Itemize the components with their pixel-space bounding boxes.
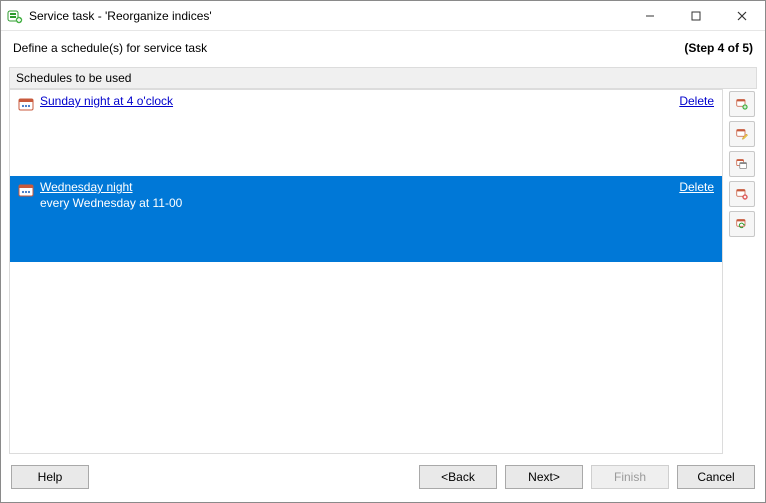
wizard-footer: Help <Back Next> Finish Cancel	[1, 462, 765, 502]
finish-button: Finish	[591, 465, 669, 489]
schedules-panel-label: Schedules to be used	[9, 67, 757, 89]
maximize-button[interactable]	[673, 1, 719, 31]
schedule-name-link[interactable]: Wednesday night	[40, 180, 133, 194]
minimize-button[interactable]	[627, 1, 673, 31]
edit-schedule-button[interactable]	[729, 121, 755, 147]
schedule-icon	[18, 96, 34, 112]
delete-schedule-button[interactable]	[729, 181, 755, 207]
app-icon	[7, 8, 23, 24]
wizard-header: Define a schedule(s) for service task (S…	[1, 31, 765, 67]
window-controls	[627, 1, 765, 30]
wizard-body: Schedules to be used	[1, 67, 765, 462]
list-item-row: Sunday night at 4 o'clock Delete	[40, 94, 714, 108]
wizard-step-indicator: (Step 4 of 5)	[684, 41, 753, 55]
list-item[interactable]: Wednesday night Delete every Wednesday a…	[10, 176, 722, 262]
next-button[interactable]: Next>	[505, 465, 583, 489]
wizard-instruction: Define a schedule(s) for service task	[13, 41, 207, 55]
schedule-delete-link[interactable]: Delete	[679, 180, 714, 194]
list-item-content: Sunday night at 4 o'clock Delete	[40, 94, 714, 110]
copy-schedule-button[interactable]	[729, 151, 755, 177]
close-button[interactable]	[719, 1, 765, 31]
schedules-area: Sunday night at 4 o'clock Delete	[9, 89, 757, 454]
list-item[interactable]: Sunday night at 4 o'clock Delete	[10, 90, 722, 176]
title-bar: Service task - 'Reorganize indices'	[1, 1, 765, 31]
schedule-action-buttons	[729, 89, 757, 454]
window-title: Service task - 'Reorganize indices'	[29, 9, 627, 23]
schedule-description: every Wednesday at 11-00	[40, 196, 714, 210]
reload-schedule-button[interactable]	[729, 211, 755, 237]
schedule-name-link[interactable]: Sunday night at 4 o'clock	[40, 94, 173, 108]
add-schedule-button[interactable]	[729, 91, 755, 117]
wizard-window: Service task - 'Reorganize indices' Defi…	[0, 0, 766, 503]
back-button[interactable]: <Back	[419, 465, 497, 489]
schedule-icon	[18, 182, 34, 198]
list-item-row: Wednesday night Delete	[40, 180, 714, 194]
schedule-delete-link[interactable]: Delete	[679, 94, 714, 108]
list-item-content: Wednesday night Delete every Wednesday a…	[40, 180, 714, 210]
cancel-button[interactable]: Cancel	[677, 465, 755, 489]
schedules-list[interactable]: Sunday night at 4 o'clock Delete	[9, 89, 723, 454]
help-button[interactable]: Help	[11, 465, 89, 489]
